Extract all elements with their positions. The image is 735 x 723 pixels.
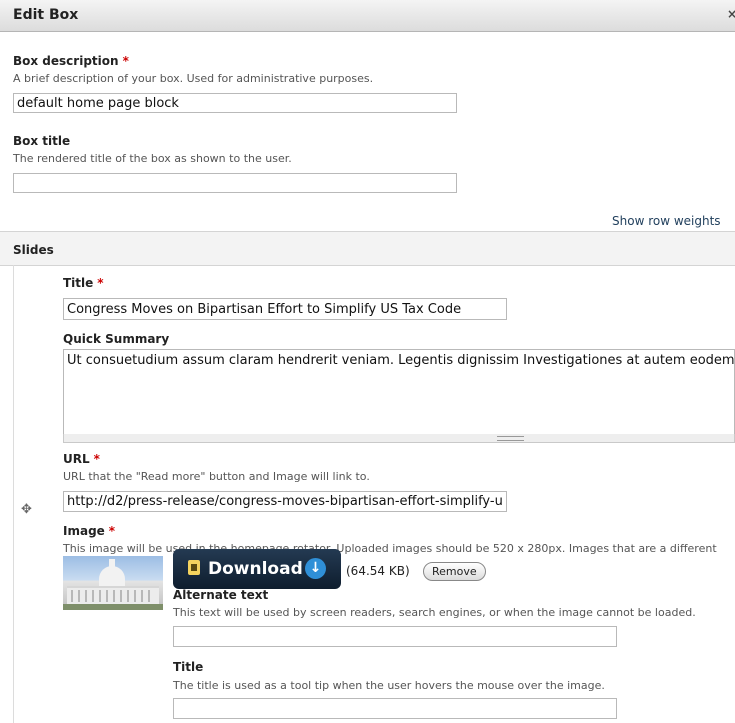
file-size: (64.54 KB) — [346, 564, 410, 578]
drag-handle-icon[interactable]: ✥ — [21, 502, 32, 517]
image-help: This image will be used in the homepage … — [63, 542, 717, 555]
alternate-text-input[interactable] — [173, 626, 617, 647]
required-marker: * — [93, 452, 100, 466]
box-description-help: A brief description of your box. Used fo… — [13, 72, 374, 85]
alternate-text-help: This text will be used by screen readers… — [173, 606, 696, 619]
image-title-input[interactable] — [173, 698, 617, 719]
image-title-label: Title — [173, 660, 204, 674]
quick-summary-textarea[interactable]: Ut consuetudium assum claram hendrerit v… — [63, 349, 735, 435]
required-marker: * — [108, 524, 116, 538]
download-label: Download — [208, 559, 303, 579]
dialog-titlebar: Edit Box × — [0, 0, 735, 32]
file-icon — [188, 560, 200, 575]
slide-title-label: Title * — [63, 276, 104, 290]
slides-heading: Slides — [13, 243, 54, 257]
quick-summary-label: Quick Summary — [63, 332, 170, 346]
slides-table-header: Slides — [0, 231, 735, 266]
url-label: URL * — [63, 452, 100, 466]
download-arrow-icon: ↓ — [305, 558, 326, 579]
show-row-weights-link[interactable]: Show row weights — [612, 214, 721, 228]
image-label: Image * — [63, 524, 116, 538]
box-description-input[interactable] — [13, 93, 457, 113]
dialog-title: Edit Box — [13, 7, 79, 23]
box-title-label: Box title — [13, 134, 71, 148]
close-icon[interactable]: × — [727, 7, 735, 21]
required-marker: * — [122, 54, 129, 68]
remove-button[interactable]: Remove — [423, 562, 486, 581]
textarea-resize-grip[interactable] — [63, 434, 735, 443]
slide-title-input[interactable] — [63, 298, 507, 320]
required-marker: * — [97, 276, 104, 290]
url-input[interactable] — [63, 491, 507, 512]
download-button[interactable]: Download ↓ — [173, 549, 341, 589]
url-help: URL that the "Read more" button and Imag… — [63, 470, 370, 483]
box-description-label: Box description * — [13, 54, 129, 68]
box-title-input[interactable] — [13, 173, 457, 193]
alternate-text-label: Alternate text — [173, 588, 269, 602]
image-thumbnail — [63, 556, 163, 610]
box-title-help: The rendered title of the box as shown t… — [13, 152, 292, 165]
image-title-help: The title is used as a tool tip when the… — [173, 679, 605, 692]
